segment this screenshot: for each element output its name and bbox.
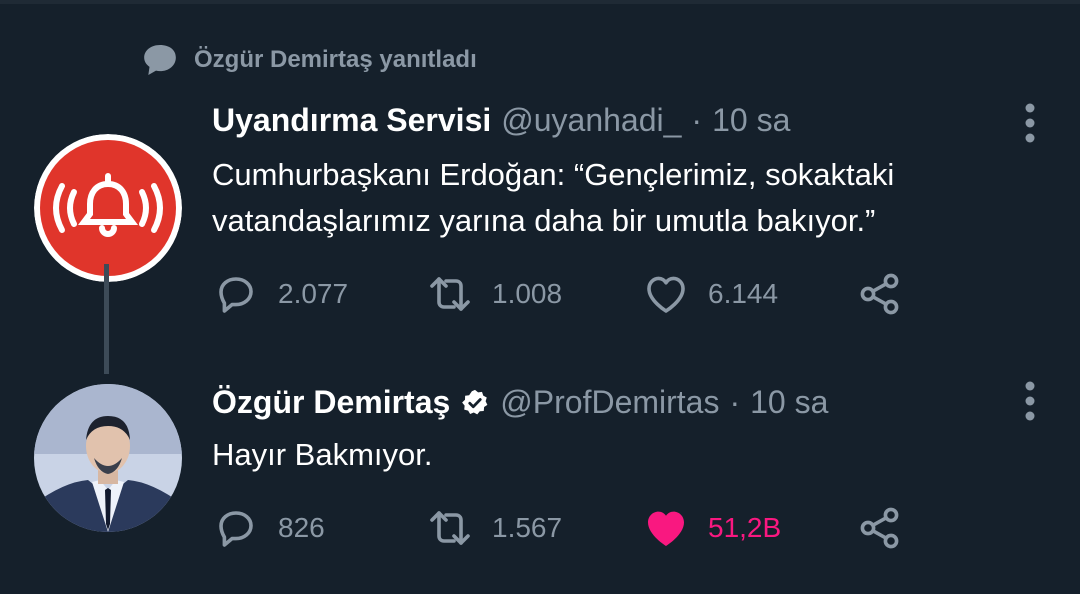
retweet-button[interactable]: 1.567 (426, 504, 642, 552)
share-button[interactable] (856, 270, 904, 318)
avatar-ozgur-demirtas[interactable] (34, 384, 182, 532)
reply-button[interactable]: 2.077 (212, 270, 426, 318)
reply-count: 826 (278, 512, 325, 543)
timestamp[interactable]: 10 sa (750, 384, 828, 421)
retweet-count: 1.008 (492, 278, 563, 309)
thread-connector-line (104, 264, 109, 374)
reply-button[interactable]: 826 (212, 504, 426, 552)
reply-icon (219, 277, 253, 313)
reply-bubble-icon (144, 45, 176, 75)
like-button[interactable]: 51,2B (642, 504, 856, 552)
share-button[interactable] (856, 504, 904, 552)
tweet-text: Cumhurbaşkanı Erdoğan: “Gençlerimiz, sok… (212, 157, 895, 238)
bell-alarm-logo-icon (34, 134, 182, 282)
like-count: 51,2B (708, 512, 782, 543)
like-count: 6.144 (708, 278, 779, 309)
retweet-icon (430, 277, 470, 311)
separator-dot: · (729, 384, 741, 420)
timestamp[interactable]: 10 sa (712, 102, 790, 139)
tweet-text: Hayır Bakmıyor. (212, 437, 433, 472)
user-handle[interactable]: @uyanhadi_ (501, 102, 681, 139)
separator-dot: · (691, 102, 703, 138)
tweet-header: Uyandırma Servisi @uyanhadi_ · 10 sa (212, 102, 790, 139)
user-handle[interactable]: @ProfDemirtas (500, 384, 719, 421)
social-context-label: Özgür Demirtaş yanıtladı (194, 46, 477, 73)
tweet-parent[interactable]: Uyandırma Servisi @uyanhadi_ · 10 sa Cum… (0, 96, 1080, 336)
share-icon (860, 273, 899, 315)
tweet-header: Özgür Demirtaş @ProfDemirtas · 10 sa (212, 384, 828, 421)
profile-photo-icon (34, 384, 182, 532)
display-name[interactable]: Özgür Demirtaş (212, 384, 450, 421)
like-button[interactable]: 6.144 (642, 270, 856, 318)
top-divider (0, 0, 1080, 4)
retweet-button[interactable]: 1.008 (426, 270, 642, 318)
heart-filled-icon (648, 511, 684, 546)
retweet-count: 1.567 (492, 512, 563, 543)
reply-icon (219, 511, 253, 547)
more-options-icon[interactable] (1024, 102, 1036, 144)
avatar-uyandirma-servisi[interactable] (34, 134, 182, 282)
social-context[interactable]: Özgür Demirtaş yanıtladı (140, 38, 477, 82)
heart-outline-icon (647, 276, 685, 313)
retweet-icon (430, 511, 470, 545)
reply-count: 2.077 (278, 278, 349, 309)
share-icon (860, 507, 899, 549)
tweet-reply[interactable]: Özgür Demirtaş @ProfDemirtas · 10 sa Hay… (0, 370, 1080, 570)
more-options-icon[interactable] (1024, 380, 1036, 422)
display-name[interactable]: Uyandırma Servisi (212, 102, 491, 139)
verified-badge-icon (462, 389, 488, 414)
tweet-actions: 2.077 1.008 6.144 (212, 270, 904, 318)
tweet-actions: 826 1.567 51,2B (212, 504, 904, 552)
